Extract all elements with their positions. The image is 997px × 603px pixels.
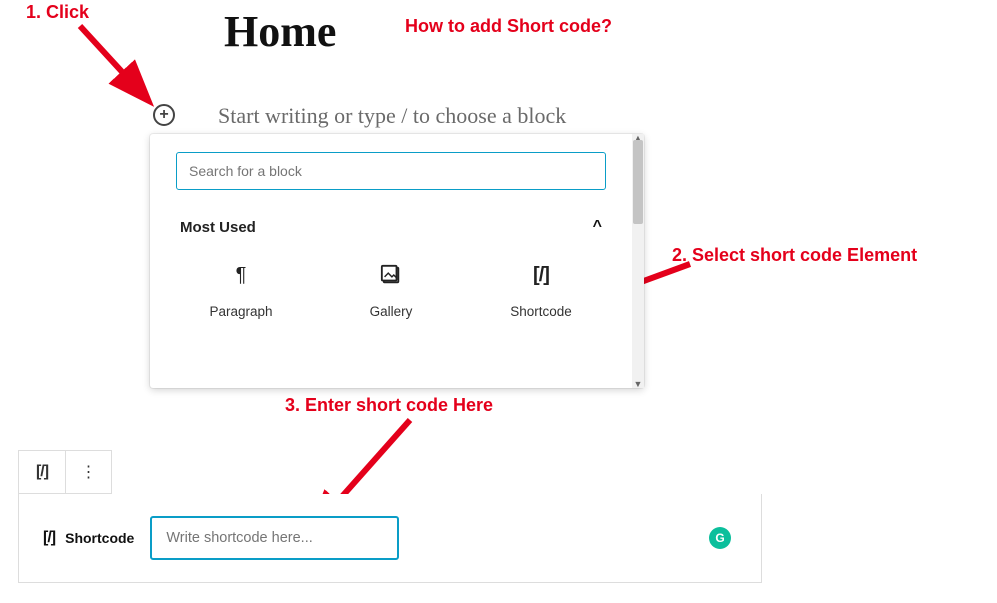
block-item-label: Gallery bbox=[352, 304, 430, 319]
shortcode-icon: [/] bbox=[43, 529, 55, 547]
more-options-button[interactable]: ⋮ bbox=[65, 451, 111, 493]
block-type-button[interactable]: [/] bbox=[19, 451, 65, 493]
shortcode-icon: [/] bbox=[36, 463, 48, 481]
annotation-arrow-1 bbox=[70, 20, 170, 120]
shortcode-icon: [/] bbox=[502, 262, 580, 288]
block-prompt[interactable]: Start writing or type / to choose a bloc… bbox=[218, 103, 566, 129]
inserter-section-title: Most Used bbox=[180, 219, 256, 236]
gallery-icon bbox=[352, 262, 430, 288]
page-title: Home bbox=[224, 6, 336, 57]
add-block-button[interactable]: + bbox=[153, 104, 175, 126]
search-input[interactable] bbox=[176, 152, 606, 190]
block-inserter: Most Used ^ ¶ Paragraph Gallery [/] Shor… bbox=[150, 134, 644, 388]
block-item-gallery[interactable]: Gallery bbox=[352, 262, 430, 319]
chevron-up-icon[interactable]: ^ bbox=[593, 218, 602, 236]
shortcode-block: [/] ⋮ [/] Shortcode G bbox=[18, 450, 762, 583]
more-vertical-icon: ⋮ bbox=[81, 462, 97, 482]
block-item-paragraph[interactable]: ¶ Paragraph bbox=[202, 262, 280, 319]
paragraph-icon: ¶ bbox=[202, 262, 280, 288]
block-item-shortcode[interactable]: [/] Shortcode bbox=[502, 262, 580, 319]
scrollbar[interactable]: ▲ ▼ bbox=[632, 134, 644, 388]
shortcode-label: [/] Shortcode bbox=[43, 529, 134, 547]
block-item-label: Shortcode bbox=[502, 304, 580, 319]
scroll-down-icon[interactable]: ▼ bbox=[632, 379, 644, 389]
plus-circle-icon: + bbox=[159, 107, 168, 123]
shortcode-input[interactable] bbox=[150, 516, 399, 560]
annotation-step-2: 2. Select short code Element bbox=[672, 245, 917, 266]
block-toolbar: [/] ⋮ bbox=[18, 450, 112, 494]
annotation-step-3: 3. Enter short code Here bbox=[285, 395, 493, 416]
annotation-heading: How to add Short code? bbox=[405, 16, 612, 37]
grammarly-icon[interactable]: G bbox=[709, 527, 731, 549]
scroll-thumb[interactable] bbox=[633, 140, 643, 224]
block-item-label: Paragraph bbox=[202, 304, 280, 319]
